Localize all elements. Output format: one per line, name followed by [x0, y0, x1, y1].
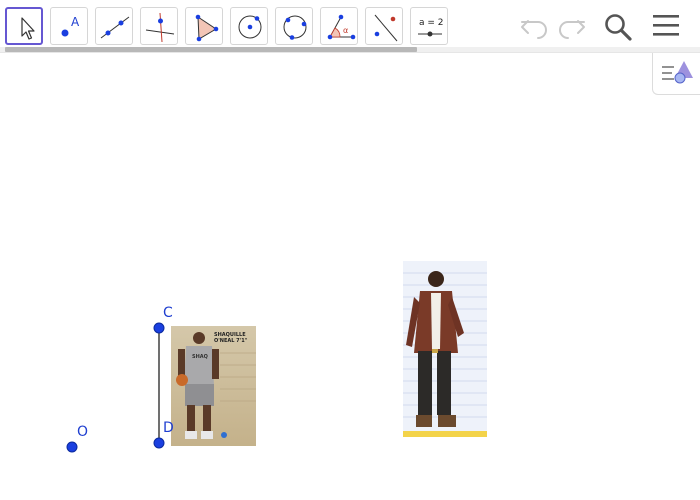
slider-tool-button[interactable]: a = 2 — [410, 7, 448, 45]
point-tool-letter: A — [71, 15, 80, 29]
line-tool-button[interactable] — [95, 7, 133, 45]
circle-with-center-icon — [238, 15, 262, 39]
point-d[interactable] — [153, 437, 165, 449]
slider-icon: a = 2 — [418, 18, 444, 37]
circle-through-three-points-tool-button[interactable] — [275, 7, 313, 45]
toolbar: A α a = 2 — [0, 0, 700, 52]
slider-tool-text: a = 2 — [419, 18, 444, 28]
line-through-two-points-icon — [100, 16, 130, 39]
man-in-brown-jacket-image[interactable] — [403, 261, 487, 437]
graphics-view[interactable]: SHAQ SHAQUILLE O'NEAL 7'1" C D O — [0, 53, 700, 500]
redo-icon[interactable] — [556, 12, 588, 42]
angle-icon: α — [327, 14, 356, 40]
cursor-arrow-icon — [21, 17, 35, 40]
angle-tool-letter: α — [343, 26, 348, 35]
perpendicular-line-icon — [145, 12, 175, 43]
shaq-cutout-image[interactable]: SHAQ SHAQUILLE O'NEAL 7'1" — [171, 326, 256, 446]
move-tool-button[interactable] — [5, 7, 43, 45]
graphics-svg: SHAQ SHAQUILLE O'NEAL 7'1" — [66, 261, 487, 453]
polygon-tool-button[interactable] — [185, 7, 223, 45]
shaq-jersey-text: SHAQ — [192, 354, 208, 360]
polygon-icon — [195, 14, 219, 42]
reflect-about-line-icon — [374, 14, 398, 42]
undo-icon[interactable] — [518, 12, 550, 42]
perpendicular-line-tool-button[interactable] — [140, 7, 178, 45]
search-icon[interactable] — [602, 11, 634, 43]
circle-through-three-points-icon — [283, 15, 307, 40]
hamburger-menu-icon[interactable] — [650, 12, 682, 40]
point-o-label: O — [77, 424, 89, 440]
reflect-about-line-tool-button[interactable] — [365, 7, 403, 45]
point-icon: A — [61, 15, 80, 37]
point-c-label: C — [163, 305, 173, 321]
point-o[interactable] — [66, 441, 78, 453]
point-tool-button[interactable]: A — [50, 7, 88, 45]
angle-tool-button[interactable]: α — [320, 7, 358, 45]
point-d-label: D — [163, 420, 174, 436]
circle-with-center-tool-button[interactable] — [230, 7, 268, 45]
shaq-caption-line2: O'NEAL 7'1" — [214, 338, 248, 344]
point-c[interactable] — [153, 322, 165, 334]
